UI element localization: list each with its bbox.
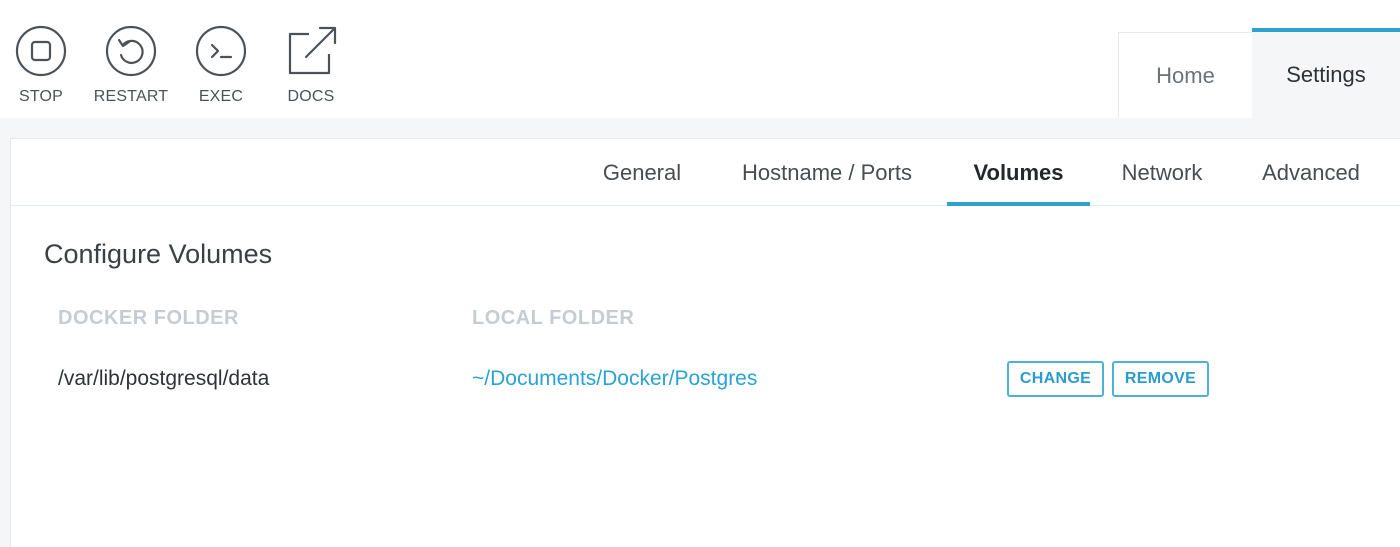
page-title: Configure Volumes: [44, 239, 273, 269]
subtab-network[interactable]: Network: [1107, 139, 1217, 206]
docs-button[interactable]: DOCS: [266, 24, 356, 112]
terminal-icon: [195, 25, 247, 77]
restart-icon: [105, 25, 157, 77]
settings-subnav: General Hostname / Ports Volumes Network…: [11, 139, 1400, 206]
tab-settings[interactable]: Settings: [1252, 28, 1400, 118]
stop-icon: [15, 25, 67, 77]
exec-label: EXEC: [198, 88, 244, 105]
column-header-docker-folder: DOCKER FOLDER: [58, 307, 239, 329]
restart-label: RESTART: [93, 88, 169, 105]
local-folder-link[interactable]: ~/Documents/Docker/Postgres: [472, 367, 757, 391]
stop-label: STOP: [18, 88, 64, 105]
subtab-hostname-ports[interactable]: Hostname / Ports: [727, 139, 927, 206]
settings-panel: General Hostname / Ports Volumes Network…: [10, 138, 1400, 547]
subtab-volumes[interactable]: Volumes: [947, 139, 1090, 206]
docs-label: DOCS: [287, 88, 335, 105]
stop-button[interactable]: STOP: [0, 24, 86, 112]
restart-button[interactable]: RESTART: [86, 24, 176, 112]
column-header-local-folder: LOCAL FOLDER: [472, 307, 635, 329]
subtab-advanced[interactable]: Advanced: [1243, 139, 1379, 206]
external-link-icon: [288, 26, 337, 75]
subtab-general[interactable]: General: [585, 139, 699, 206]
container-toolbar: STOP RESTART EXEC DOCS: [0, 0, 1118, 118]
container-settings-page: STOP RESTART EXEC DOCS Home Settings Gen…: [0, 0, 1400, 547]
main-tabs: Home Settings: [1118, 0, 1400, 118]
remove-button[interactable]: REMOVE: [1112, 361, 1209, 397]
docker-folder-path: /var/lib/postgresql/data: [58, 367, 270, 390]
change-button[interactable]: CHANGE: [1007, 361, 1104, 397]
tab-home[interactable]: Home: [1118, 32, 1252, 118]
exec-button[interactable]: EXEC: [176, 24, 266, 112]
